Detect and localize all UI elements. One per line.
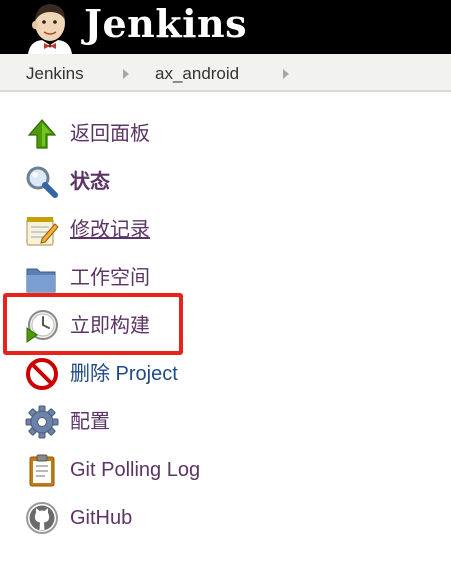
breadcrumb-item-job[interactable]: ax_android: [155, 64, 239, 84]
task-delete-project[interactable]: 删除 Project: [0, 350, 451, 398]
chevron-right-icon[interactable]: [123, 69, 129, 79]
task-git-polling-log[interactable]: Git Polling Log: [0, 446, 451, 494]
no-entry-icon: [26, 358, 58, 390]
task-label[interactable]: Git Polling Log: [70, 458, 200, 482]
jenkins-butler-icon[interactable]: [22, 1, 80, 54]
jenkins-logo-text[interactable]: Jenkins: [84, 2, 247, 46]
breadcrumb-item-jenkins[interactable]: Jenkins: [26, 64, 84, 84]
task-label[interactable]: 状态: [70, 170, 110, 194]
notepad-icon: [26, 217, 59, 246]
magnifier-icon: [26, 166, 58, 198]
task-label[interactable]: 配置: [70, 410, 110, 434]
chevron-right-icon[interactable]: [283, 69, 289, 79]
task-label[interactable]: GitHub: [70, 506, 132, 530]
up-arrow-icon: [27, 119, 57, 149]
jenkins-header: Jenkins: [0, 0, 451, 54]
task-status[interactable]: 状态: [0, 158, 451, 206]
task-back-to-dashboard[interactable]: 返回面板: [0, 110, 451, 158]
task-label[interactable]: 返回面板: [70, 122, 150, 146]
gear-icon: [25, 405, 59, 439]
breadcrumb: Jenkins ax_android: [0, 54, 451, 92]
highlight-box: [3, 293, 183, 355]
task-configure[interactable]: 配置: [0, 398, 451, 446]
github-icon: [26, 502, 58, 534]
clipboard-icon: [29, 454, 55, 487]
task-label[interactable]: 工作空间: [70, 266, 150, 290]
task-label[interactable]: 删除 Project: [70, 362, 178, 386]
task-label[interactable]: 修改记录: [70, 218, 150, 242]
task-github[interactable]: GitHub: [0, 494, 451, 542]
task-changes[interactable]: 修改记录: [0, 206, 451, 254]
folder-icon: [26, 268, 56, 293]
